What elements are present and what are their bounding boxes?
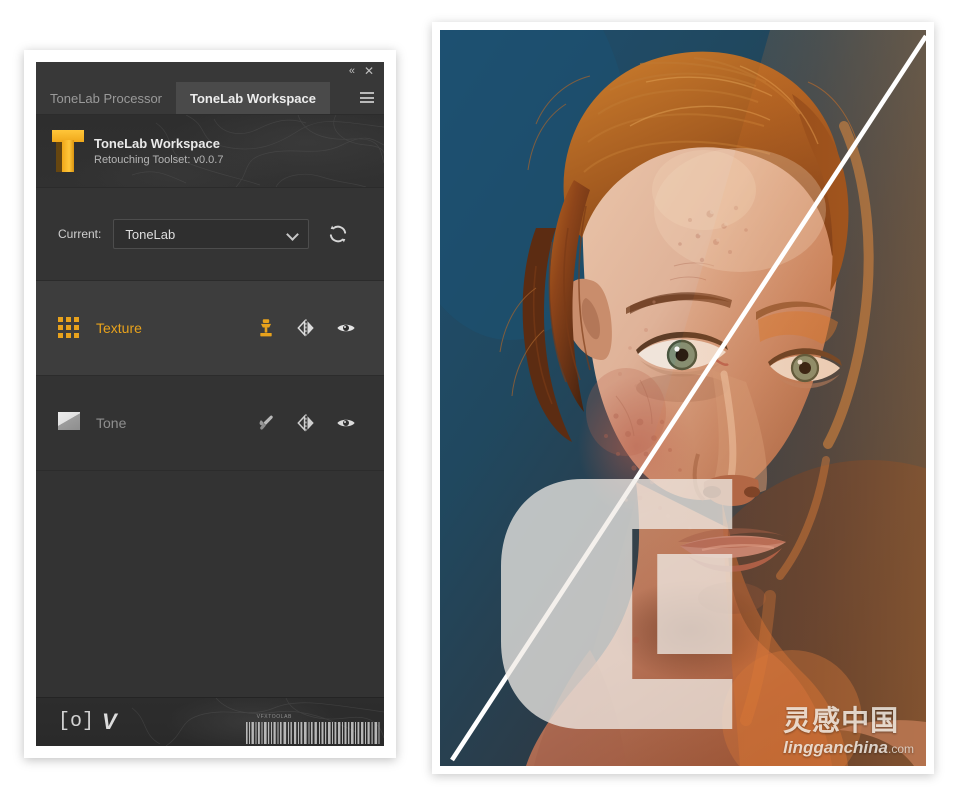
preset-select-value: ToneLab <box>125 226 176 242</box>
mirror-flip-icon[interactable] <box>294 411 318 435</box>
layer-actions-texture <box>254 316 358 340</box>
eye-icon[interactable] <box>334 316 358 340</box>
current-label: Current: <box>58 227 102 241</box>
chevron-down-icon <box>288 229 299 240</box>
portrait-comparison-photo: 灵感中国 lingganchina.com <box>440 30 926 766</box>
tonelab-t-logo <box>52 128 84 174</box>
panel-titlebar: « ✕ <box>36 62 384 82</box>
brand-title: ToneLab Workspace <box>94 135 220 151</box>
layer-label-texture: Texture <box>96 320 142 336</box>
refresh-button[interactable] <box>327 223 349 245</box>
preset-select[interactable]: ToneLab <box>113 219 310 249</box>
tab-bar: ToneLab Processor ToneLab Workspace <box>36 82 384 115</box>
portrait-illustration <box>440 30 926 766</box>
close-icon[interactable]: ✕ <box>364 65 374 78</box>
layer-list-empty-area <box>36 471 384 697</box>
eye-icon[interactable] <box>334 411 358 435</box>
clone-stamp-icon[interactable] <box>254 316 278 340</box>
photo-frame: 灵感中国 lingganchina.com <box>432 22 934 774</box>
panel-menu-icon[interactable] <box>360 92 374 103</box>
panel-footer: [o] V VFXTOOLAB <box>36 697 384 746</box>
grid-dots-icon <box>58 317 80 339</box>
healing-brush-icon[interactable] <box>254 411 278 435</box>
tab-tonelab-workspace[interactable]: ToneLab Workspace <box>176 82 330 114</box>
tonelab-panel: « ✕ ToneLab Processor ToneLab Workspace <box>36 62 384 746</box>
layer-row-texture[interactable]: Texture <box>36 281 384 376</box>
refresh-icon <box>330 225 347 243</box>
v-logo: V <box>102 709 117 734</box>
layer-label-tone: Tone <box>96 415 127 431</box>
barcode-icon <box>246 722 380 744</box>
tab-tonelab-processor[interactable]: ToneLab Processor <box>36 82 177 114</box>
brand-header: ToneLab Workspace Retouching Toolset: v0… <box>36 115 384 188</box>
layer-row-tone[interactable]: Tone <box>36 376 384 471</box>
mirror-flip-icon[interactable] <box>294 316 318 340</box>
capture-bracket-logo: [o] <box>58 710 95 733</box>
current-preset-section: Current: ToneLab <box>36 188 384 281</box>
layer-actions-tone <box>254 411 358 435</box>
gradient-square-icon <box>58 412 80 434</box>
collapse-icon[interactable]: « <box>349 65 355 78</box>
brand-subtitle: Retouching Toolset: v0.0.7 <box>94 153 224 166</box>
